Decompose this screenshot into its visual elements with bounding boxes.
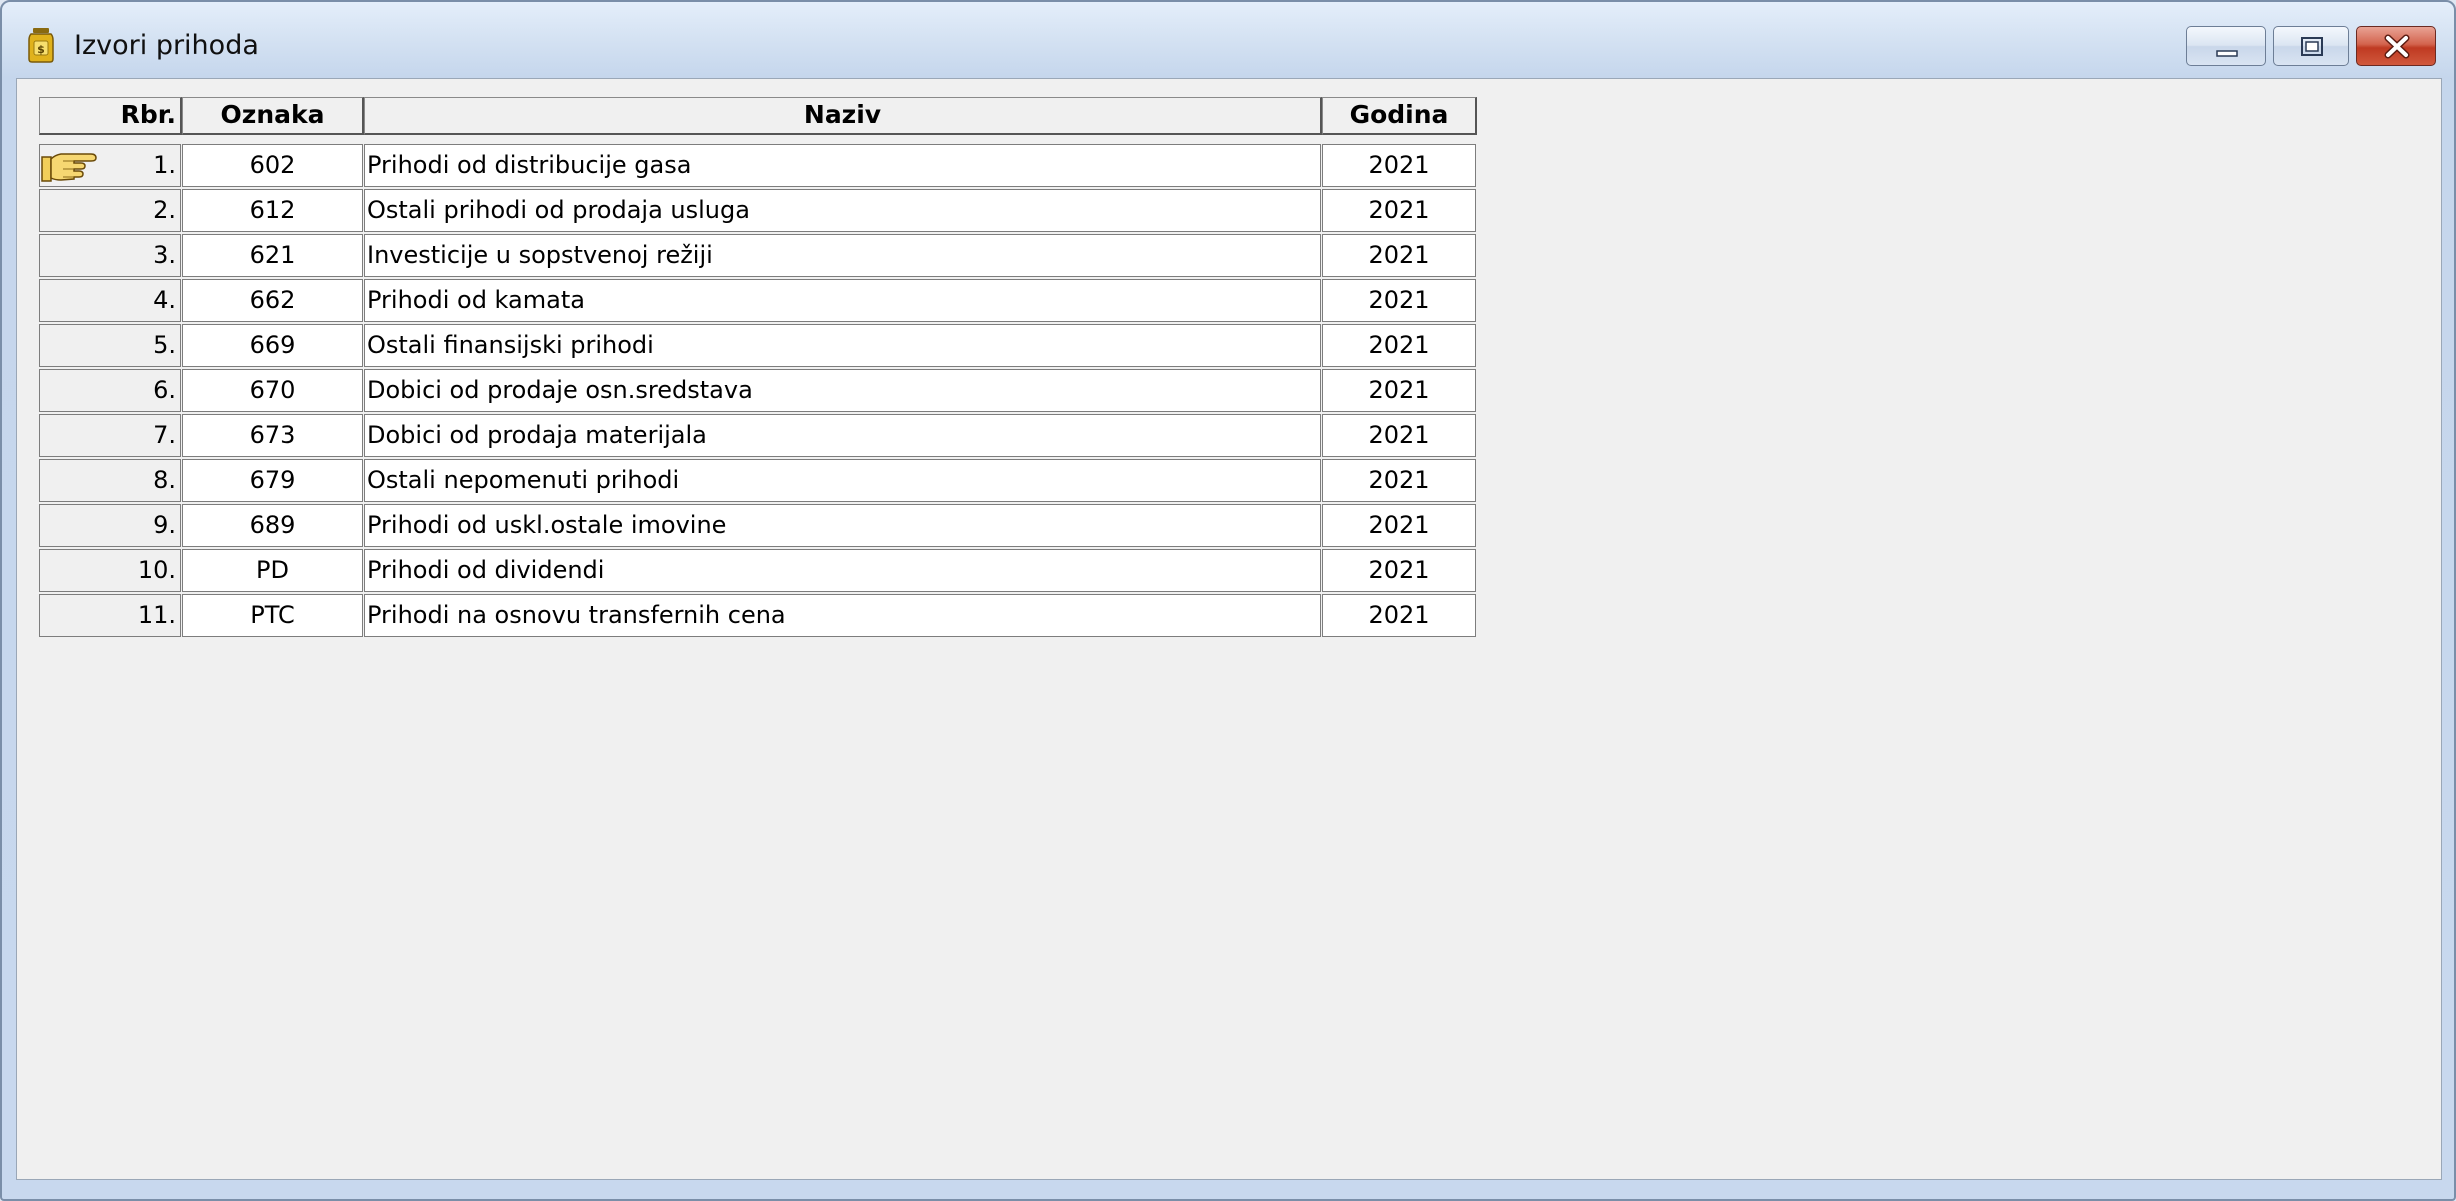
table-row[interactable]: 2. 612 Ostali prihodi od prodaja usluga 202… bbox=[39, 189, 1477, 234]
cell-oznaka[interactable]: 612 bbox=[182, 189, 363, 232]
cell-naziv[interactable]: Investicije u sopstvenoj režiji bbox=[364, 234, 1321, 277]
column-header-rbr[interactable]: Rbr. bbox=[39, 97, 182, 135]
cell-oznaka[interactable]: 673 bbox=[182, 414, 363, 457]
maximize-button[interactable] bbox=[2273, 26, 2349, 66]
table-row[interactable]: 10. PD Prihodi od dividendi 2021 bbox=[39, 549, 1477, 594]
cell-godina[interactable]: 2021 bbox=[1322, 414, 1476, 457]
cell-godina[interactable]: 2021 bbox=[1322, 369, 1476, 412]
cell-rbr[interactable]: 4. bbox=[39, 279, 181, 322]
table-row[interactable]: 11. PTC Prihodi na osnovu transfernih cena… bbox=[39, 594, 1477, 639]
cell-naziv[interactable]: Prihodi od distribucije gasa bbox=[364, 144, 1321, 187]
window-client-area: Rbr. Oznaka Naziv Godina 1. 602 Prihodi od… bbox=[16, 78, 2442, 1180]
window-title: Izvori prihoda bbox=[74, 30, 259, 61]
cell-godina[interactable]: 2021 bbox=[1322, 189, 1476, 232]
cell-rbr[interactable]: 9. bbox=[39, 504, 181, 547]
cell-rbr[interactable]: 5. bbox=[39, 324, 181, 367]
cell-naziv[interactable]: Ostali prihodi od prodaja usluga bbox=[364, 189, 1321, 232]
cell-oznaka[interactable]: 621 bbox=[182, 234, 363, 277]
pointing-hand-icon bbox=[41, 153, 97, 182]
column-header-godina[interactable]: Godina bbox=[1322, 97, 1477, 135]
cell-naziv[interactable]: Dobici od prodaja materijala bbox=[364, 414, 1321, 457]
app-window: $ Izvori prihoda Rbr. Oznaka Naziv Godin… bbox=[0, 0, 2456, 1201]
cell-naziv[interactable]: Prihodi na osnovu transfernih cena bbox=[364, 594, 1321, 637]
cell-godina[interactable]: 2021 bbox=[1322, 279, 1476, 322]
cell-godina[interactable]: 2021 bbox=[1322, 549, 1476, 592]
cell-oznaka[interactable]: 689 bbox=[182, 504, 363, 547]
cell-naziv[interactable]: Dobici od prodaje osn.sredstava bbox=[364, 369, 1321, 412]
cell-rbr[interactable]: 3. bbox=[39, 234, 181, 277]
table-row[interactable]: 9. 689 Prihodi od uskl.ostale imovine 2021 bbox=[39, 504, 1477, 549]
cell-rbr[interactable]: 10. bbox=[39, 549, 181, 592]
cell-oznaka[interactable]: 679 bbox=[182, 459, 363, 502]
cell-godina[interactable]: 2021 bbox=[1322, 144, 1476, 187]
table-row[interactable]: 7. 673 Dobici od prodaja materijala 2021 bbox=[39, 414, 1477, 459]
maximize-icon bbox=[2301, 37, 2323, 56]
cell-oznaka[interactable]: 602 bbox=[182, 144, 363, 187]
svg-text:$: $ bbox=[37, 43, 45, 56]
table-row[interactable]: 6. 670 Dobici od prodaje osn.sredstava 2021 bbox=[39, 369, 1477, 414]
cell-godina[interactable]: 2021 bbox=[1322, 234, 1476, 277]
cell-naziv[interactable]: Ostali finansijski prihodi bbox=[364, 324, 1321, 367]
cell-rbr[interactable]: 11. bbox=[39, 594, 181, 637]
cell-oznaka[interactable]: PTC bbox=[182, 594, 363, 637]
cell-rbr[interactable]: 8. bbox=[39, 459, 181, 502]
cell-rbr[interactable]: 6. bbox=[39, 369, 181, 412]
table-row[interactable]: 8. 679 Ostali nepomenuti prihodi 2021 bbox=[39, 459, 1477, 504]
cell-naziv[interactable]: Prihodi od uskl.ostale imovine bbox=[364, 504, 1321, 547]
cell-godina[interactable]: 2021 bbox=[1322, 594, 1476, 637]
cell-godina[interactable]: 2021 bbox=[1322, 324, 1476, 367]
cell-naziv[interactable]: Ostali nepomenuti prihodi bbox=[364, 459, 1321, 502]
table-row[interactable]: 5. 669 Ostali finansijski prihodi 2021 bbox=[39, 324, 1477, 369]
minimize-icon bbox=[2216, 50, 2238, 57]
cell-godina[interactable]: 2021 bbox=[1322, 459, 1476, 502]
table-row[interactable]: 1. 602 Prihodi od distribucije gasa 2021 bbox=[39, 144, 1477, 189]
cell-naziv[interactable]: Prihodi od kamata bbox=[364, 279, 1321, 322]
table-row[interactable]: 3. 621 Investicije u sopstvenoj režiji 2021 bbox=[39, 234, 1477, 279]
cell-naziv[interactable]: Prihodi od dividendi bbox=[364, 549, 1321, 592]
cell-oznaka[interactable]: 669 bbox=[182, 324, 363, 367]
cell-rbr[interactable]: 7. bbox=[39, 414, 181, 457]
minimize-button[interactable] bbox=[2186, 26, 2266, 66]
close-button[interactable] bbox=[2356, 26, 2436, 66]
title-bar[interactable]: $ Izvori prihoda bbox=[2, 2, 2454, 78]
column-header-naziv[interactable]: Naziv bbox=[364, 97, 1322, 135]
cell-oznaka[interactable]: 662 bbox=[182, 279, 363, 322]
column-header-oznaka[interactable]: Oznaka bbox=[182, 97, 364, 135]
money-jar-icon[interactable]: $ bbox=[28, 27, 54, 63]
cell-rbr[interactable]: 2. bbox=[39, 189, 181, 232]
cell-oznaka[interactable]: 670 bbox=[182, 369, 363, 412]
cell-godina[interactable]: 2021 bbox=[1322, 504, 1476, 547]
close-icon bbox=[2384, 34, 2410, 59]
cell-oznaka[interactable]: PD bbox=[182, 549, 363, 592]
table-row[interactable]: 4. 662 Prihodi od kamata 2021 bbox=[39, 279, 1477, 324]
